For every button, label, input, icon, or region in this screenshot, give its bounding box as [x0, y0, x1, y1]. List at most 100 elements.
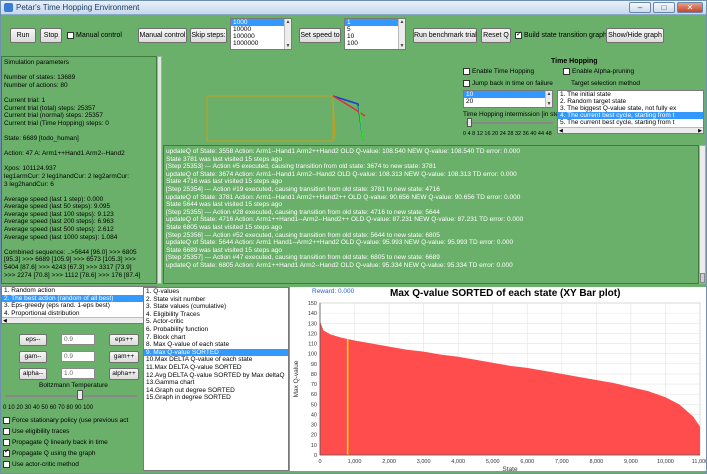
skip-option[interactable]: 10000	[231, 26, 291, 33]
policy-hscrollbar[interactable]: ◀▶	[2, 317, 156, 323]
eps-field[interactable]: 0.9	[61, 334, 95, 345]
speed-option[interactable]: 1	[345, 19, 405, 26]
x-tick-label: 1,000	[348, 459, 362, 465]
target-method-list[interactable]: 1. The initial state 2. Random target st…	[557, 90, 704, 134]
maximize-button[interactable]: □	[653, 2, 675, 13]
view-option[interactable]: 10.Max DELTA Q-value of each state	[144, 356, 288, 364]
view-option[interactable]: 8. Max Q-value of each state	[144, 341, 288, 349]
log-scrollbar-thumb[interactable]	[700, 273, 705, 283]
scroll-up-icon[interactable]: ▲	[399, 19, 405, 25]
skip-steps-button[interactable]: Skip steps:	[190, 28, 227, 43]
parameter-checkbox[interactable]: Propagate Q using the graph	[3, 448, 95, 458]
target-method-option[interactable]: 3. The biggest Q-value state, not fully …	[558, 105, 703, 112]
eps-decrease-button[interactable]: eps--	[19, 334, 47, 346]
boltzmann-slider-track[interactable]	[5, 395, 137, 397]
speed-scrollbar[interactable]: ▲ ▼	[398, 19, 405, 49]
manual-control-checkbox[interactable]: Manual control	[67, 31, 122, 41]
splitter-scrollbar[interactable]	[157, 56, 162, 284]
time-hopping-value-list[interactable]: 10 20 ▲ ▼	[463, 90, 553, 108]
boltzmann-slider-thumb[interactable]	[77, 390, 83, 400]
scroll-left-icon[interactable]: ◀	[3, 318, 7, 323]
view-option[interactable]: 15.Graph in degree SORTED	[144, 394, 288, 402]
close-button[interactable]: ✕	[677, 2, 703, 13]
views-list[interactable]: 1. Q-values 2. State visit number 3. State…	[143, 287, 289, 471]
view-option[interactable]: 13.Gamma chart	[144, 379, 288, 387]
view-option[interactable]: 14.Graph out degree SORTED	[144, 387, 288, 395]
reset-q-button[interactable]: Reset Q	[481, 28, 511, 43]
y-tick-label: 0	[314, 453, 317, 459]
view-option[interactable]: 9. Max Q-value SORTED	[144, 348, 288, 357]
scroll-down-icon[interactable]: ▼	[546, 101, 552, 107]
eps-increase-button[interactable]: eps++	[109, 334, 139, 346]
scroll-left-icon[interactable]: ◀	[559, 128, 563, 133]
x-tick-label: 0	[318, 459, 321, 465]
chart-panel: Max Q-value SORTED of each state (XY Bar…	[290, 287, 706, 471]
scroll-down-icon[interactable]: ▼	[399, 43, 405, 49]
gamma-increase-button[interactable]: gam++	[109, 351, 139, 363]
enable-time-hopping-checkbox[interactable]: Enable Time Hopping	[463, 68, 534, 76]
scroll-right-icon[interactable]: ▶	[698, 128, 702, 133]
scroll-down-icon[interactable]: ▼	[285, 43, 291, 49]
parameter-checkbox[interactable]: Use actor-critic method	[3, 461, 79, 469]
set-speed-button[interactable]: Set speed to	[299, 28, 341, 43]
speed-option[interactable]: 5	[345, 26, 405, 33]
target-method-option[interactable]: 5. The current best cycle, starting from…	[558, 119, 703, 126]
value-option[interactable]: 10	[464, 91, 552, 98]
show-hide-graph-button[interactable]: Show/Hide graph	[606, 28, 664, 43]
speed-list[interactable]: 1 5 10 100 ▲ ▼	[344, 18, 406, 50]
view-option[interactable]: 3. State values (cumulative)	[144, 303, 288, 311]
view-option[interactable]: 5. Actor-critic	[144, 318, 288, 326]
log-text: updateQ of State: 3558 Action: Arm1--Han…	[166, 148, 698, 270]
view-option[interactable]: 11.Max DELTA Q-value SORTED	[144, 364, 288, 372]
policy-option[interactable]: 1. Random action	[2, 287, 156, 295]
run-button[interactable]: Run	[10, 28, 36, 43]
y-tick-label: 30	[311, 423, 317, 429]
scroll-up-icon[interactable]: ▲	[546, 91, 552, 97]
speed-option[interactable]: 10	[345, 33, 405, 40]
speed-option[interactable]: 100	[345, 40, 405, 47]
policy-list[interactable]: 1. Random action 2. The best action (rand…	[1, 286, 157, 324]
view-option[interactable]: 2. State visit number	[144, 296, 288, 304]
alpha-field[interactable]: 1.0	[61, 368, 95, 379]
view-option[interactable]: 6. Probability function	[144, 326, 288, 334]
skip-steps-scrollbar[interactable]: ▲ ▼	[284, 19, 291, 49]
manual-control-button[interactable]: Manual control	[138, 28, 187, 43]
jump-back-checkbox[interactable]: Jump back in time on failure	[463, 80, 553, 88]
skip-option[interactable]: 1000000	[231, 40, 291, 47]
parameter-line: Average speed (last 1 step): 0.000	[4, 195, 104, 203]
value-option[interactable]: 20	[464, 98, 552, 105]
gamma-field[interactable]: 0.9	[61, 351, 95, 362]
build-graph-checkbox[interactable]: Build state transition graph	[515, 30, 607, 41]
target-method-option[interactable]: 1. The initial state	[558, 91, 703, 98]
log-scrollbar[interactable]	[699, 145, 706, 284]
stop-button[interactable]: Stop	[40, 28, 62, 43]
minimize-button[interactable]: –	[629, 2, 651, 13]
run-benchmark-button[interactable]: Run benchmark trial	[413, 28, 477, 43]
skip-option[interactable]: 100000	[231, 33, 291, 40]
skip-option[interactable]: 1000	[231, 19, 291, 26]
manual-control-checkbox-label: Manual control	[76, 32, 122, 39]
view-option[interactable]: 7. Block chart	[144, 334, 288, 342]
parameter-checkbox[interactable]: Force stationary policy (use previous ac…	[3, 417, 128, 425]
intermission-slider-thumb[interactable]	[467, 118, 472, 127]
parameter-line: Action: 47 A: Arm1++Hand1 Arm2--Hand2	[4, 150, 125, 158]
gamma-decrease-button[interactable]: gam--	[19, 351, 47, 363]
target-method-option[interactable]: 4. The current best cycle, starting from…	[558, 112, 703, 119]
skip-steps-list[interactable]: 1000 10000 100000 1000000 ▲ ▼	[230, 18, 292, 50]
log-line: [Step 25355] --- Action #28 executed, ca…	[166, 208, 440, 216]
target-method-option[interactable]: 2. Random target state	[558, 98, 703, 105]
parameter-checkbox[interactable]: Propagate Q linearly back in time	[3, 439, 108, 447]
enable-alpha-pruning-checkbox[interactable]: Enable Alpha-pruning	[563, 68, 634, 76]
alpha-decrease-button[interactable]: alpha--	[19, 368, 47, 380]
scroll-up-icon[interactable]: ▲	[285, 19, 291, 25]
value-list-scrollbar[interactable]: ▲ ▼	[545, 91, 552, 107]
target-method-hscrollbar[interactable]: ◀ ▶	[558, 127, 703, 133]
alpha-increase-button[interactable]: alpha++	[109, 368, 139, 380]
view-option[interactable]: 1. Q-values	[144, 288, 288, 296]
parameter-checkbox[interactable]: Use eligibility traces	[3, 428, 69, 436]
view-option[interactable]: 12.Avg DELTA Q-value SORTED by Max delta…	[144, 372, 288, 380]
policy-option[interactable]: 2. The best action (random of all best)	[2, 294, 156, 303]
intermission-slider-track[interactable]	[465, 122, 553, 124]
view-option[interactable]: 4. Eligibility Traces	[144, 311, 288, 319]
policy-option[interactable]: 3. Eps-greedy (eps rand. 1-eps best)	[2, 302, 156, 310]
